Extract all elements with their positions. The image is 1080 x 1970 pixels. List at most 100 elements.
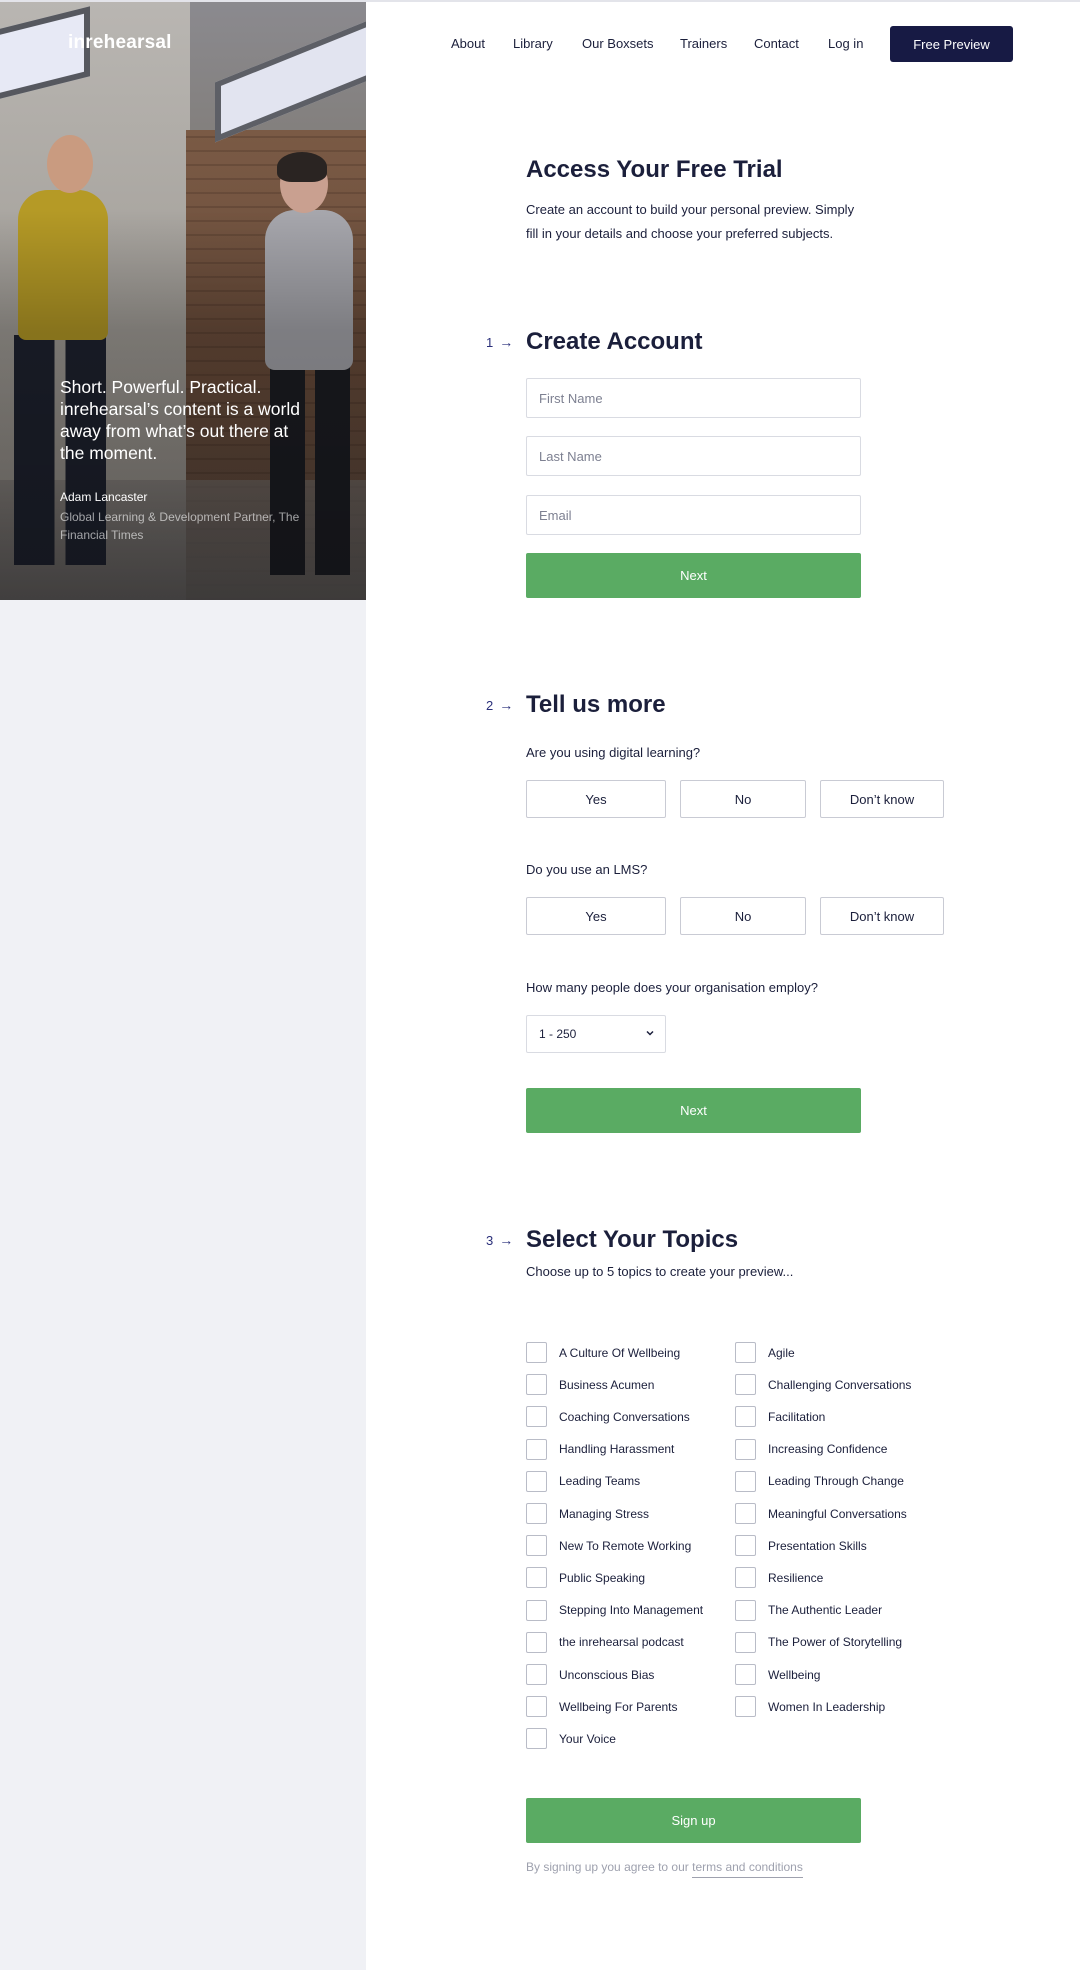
topic-label: Women In Leadership: [768, 1699, 886, 1714]
topic-label: The Power of Storytelling: [768, 1635, 903, 1650]
question-label: How many people does your organisation e…: [526, 980, 818, 995]
checkbox[interactable]: [735, 1567, 756, 1589]
step-indicator: 2 →: [486, 697, 513, 713]
topic-checkbox-item[interactable]: Women In Leadership: [735, 1696, 886, 1718]
topic-checkbox-item[interactable]: Leading Teams: [526, 1470, 641, 1492]
top-border: [0, 0, 1080, 2]
checkbox[interactable]: [526, 1503, 547, 1524]
last-name-field[interactable]: [526, 436, 861, 476]
nav-contact[interactable]: Contact: [754, 36, 799, 51]
employee-count-select[interactable]: 1 - 250: [526, 1015, 666, 1053]
checkbox[interactable]: [526, 1696, 547, 1718]
topic-label: Stepping Into Management: [559, 1603, 704, 1618]
option-yes[interactable]: Yes: [526, 780, 666, 818]
topic-checkbox-item[interactable]: Stepping Into Management: [526, 1599, 704, 1621]
option-no[interactable]: No: [680, 897, 806, 935]
topic-checkbox-item[interactable]: Public Speaking: [526, 1567, 646, 1589]
topic-checkbox-item[interactable]: Managing Stress: [526, 1503, 649, 1524]
free-preview-button[interactable]: Free Preview: [890, 26, 1013, 62]
topic-checkbox-item[interactable]: Agile: [735, 1342, 795, 1363]
arrow-right-icon: →: [499, 1232, 514, 1248]
next-button[interactable]: Next: [526, 553, 861, 598]
checkbox[interactable]: [735, 1696, 756, 1718]
topic-checkbox-item[interactable]: Increasing Confidence: [735, 1438, 887, 1460]
sign-up-button[interactable]: Sign up: [526, 1798, 861, 1843]
arrow-right-icon: →: [499, 697, 514, 713]
checkbox[interactable]: [735, 1535, 756, 1557]
topic-label: Challenging Conversations: [768, 1377, 912, 1392]
checkbox[interactable]: [735, 1438, 756, 1460]
topic-checkbox-item[interactable]: The Power of Storytelling: [735, 1631, 903, 1653]
checkbox[interactable]: [526, 1438, 547, 1460]
step-title: Select Your Topics: [526, 1226, 739, 1253]
topics-subtitle: Choose up to 5 topics to create your pre…: [526, 1264, 794, 1279]
topic-checkbox-item[interactable]: The Authentic Leader: [735, 1599, 882, 1621]
topic-checkbox-item[interactable]: Your Voice: [526, 1728, 616, 1750]
checkbox[interactable]: [526, 1599, 547, 1621]
checkbox[interactable]: [526, 1728, 547, 1750]
checkbox[interactable]: [526, 1406, 547, 1428]
option-dont-know[interactable]: Don’t know: [820, 897, 944, 935]
checkbox[interactable]: [735, 1470, 756, 1492]
question-label: Are you using digital learning?: [526, 745, 701, 760]
topic-checkbox-item[interactable]: Leading Through Change: [735, 1470, 904, 1492]
topic-label: Public Speaking: [559, 1570, 646, 1585]
checkbox[interactable]: [735, 1631, 756, 1653]
topic-checkbox-item[interactable]: Facilitation: [735, 1406, 825, 1428]
topic-checkbox-item[interactable]: Challenging Conversations: [735, 1374, 912, 1396]
option-no[interactable]: No: [680, 780, 806, 818]
checkbox[interactable]: [526, 1470, 547, 1492]
checkbox[interactable]: [526, 1631, 547, 1653]
checkbox[interactable]: [735, 1664, 756, 1685]
topic-checkbox-item[interactable]: Unconscious Bias: [526, 1664, 654, 1685]
topic-checkbox-item[interactable]: Resilience: [735, 1567, 823, 1589]
step-indicator: 1 →: [486, 334, 513, 350]
checkbox[interactable]: [735, 1342, 756, 1363]
site-logo[interactable]: inrehearsal: [68, 32, 172, 54]
terms-notice: By signing up you agree to our terms and…: [526, 1860, 803, 1878]
topic-checkbox-item[interactable]: A Culture Of Wellbeing: [526, 1342, 680, 1363]
topic-label: Managing Stress: [559, 1506, 650, 1521]
topic-label: Meaningful Conversations: [768, 1506, 907, 1521]
checkbox[interactable]: [735, 1406, 756, 1428]
topic-checkbox-item[interactable]: Wellbeing For Parents: [526, 1696, 678, 1718]
topic-label: Presentation Skills: [768, 1538, 867, 1553]
option-yes[interactable]: Yes: [526, 897, 666, 935]
topic-checkbox-item[interactable]: Presentation Skills: [735, 1535, 867, 1557]
page-title: Access Your Free Trial: [526, 156, 783, 183]
checkbox[interactable]: [526, 1664, 547, 1685]
topic-label: A Culture Of Wellbeing: [559, 1345, 681, 1360]
option-dont-know[interactable]: Don’t know: [820, 780, 944, 818]
nav-library[interactable]: Library: [513, 36, 553, 51]
nav-trainers[interactable]: Trainers: [680, 36, 727, 51]
nav-about[interactable]: About: [451, 36, 485, 51]
first-name-field[interactable]: [526, 378, 861, 418]
topic-label: Leading Through Change: [768, 1474, 904, 1489]
topic-checkbox-item[interactable]: Coaching Conversations: [526, 1406, 690, 1428]
topic-label: Wellbeing For Parents: [559, 1699, 678, 1714]
topic-checkbox-item[interactable]: the inrehearsal podcast: [526, 1631, 684, 1653]
checkbox[interactable]: [735, 1599, 756, 1621]
step-number: 1: [486, 334, 494, 350]
email-field[interactable]: [526, 495, 861, 535]
checkbox[interactable]: [735, 1374, 756, 1396]
topic-label: New To Remote Working: [559, 1538, 692, 1553]
nav-login[interactable]: Log in: [828, 36, 863, 51]
topic-checkbox-item[interactable]: New To Remote Working: [526, 1535, 692, 1557]
next-button[interactable]: Next: [526, 1088, 861, 1133]
checkbox[interactable]: [526, 1374, 547, 1396]
checkbox[interactable]: [526, 1567, 547, 1589]
topic-label: Leading Teams: [559, 1474, 641, 1489]
topic-checkbox-item[interactable]: Business Acumen: [526, 1374, 655, 1396]
chevron-down-icon: [646, 1030, 654, 1036]
nav-boxsets[interactable]: Our Boxsets: [582, 36, 654, 51]
checkbox[interactable]: [735, 1503, 756, 1524]
checkbox[interactable]: [526, 1342, 547, 1363]
topic-checkbox-item[interactable]: Handling Harassment: [526, 1438, 674, 1460]
checkbox[interactable]: [526, 1535, 547, 1557]
topic-checkbox-item[interactable]: Wellbeing: [735, 1664, 820, 1685]
topic-checkbox-item[interactable]: Meaningful Conversations: [735, 1503, 907, 1524]
terms-link[interactable]: terms and conditions: [692, 1860, 803, 1878]
topic-label: Business Acumen: [559, 1377, 655, 1392]
step-title: Create Account: [526, 328, 703, 355]
